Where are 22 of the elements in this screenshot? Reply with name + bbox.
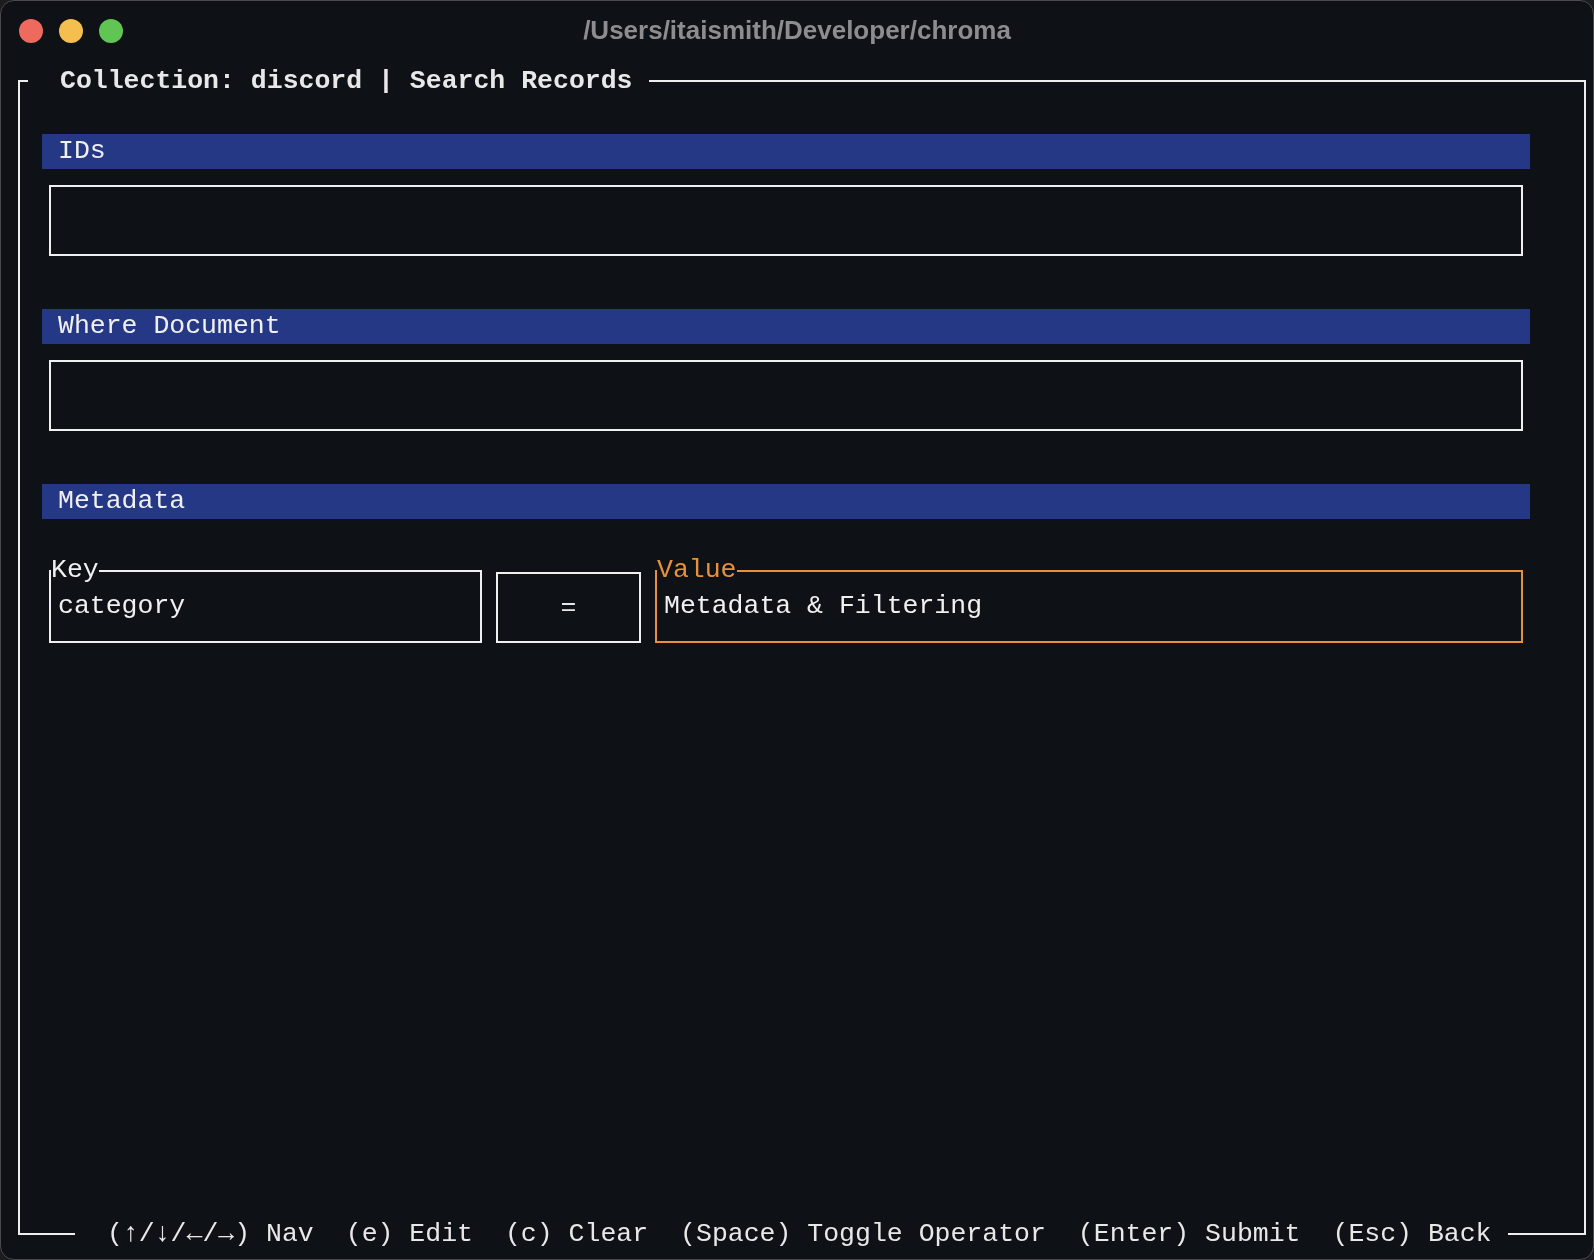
section-header: Where Document — [42, 309, 1530, 344]
shortcut-hint: (Esc) Back — [1332, 1219, 1492, 1249]
shortcut-hint: (↑/↓/←/→) Nav — [107, 1219, 314, 1249]
input-field[interactable] — [49, 360, 1523, 431]
section-header: IDs — [42, 134, 1530, 169]
shortcut-hint: (e) Edit — [345, 1219, 473, 1249]
value-input[interactable]: Metadata & Filtering — [664, 591, 1521, 622]
operator-toggle[interactable]: = — [496, 572, 641, 643]
panel-title: Collection: discord | Search Records — [59, 66, 634, 96]
zoom-button[interactable] — [99, 19, 123, 43]
section-header: Metadata — [42, 484, 1530, 519]
input-field[interactable] — [49, 185, 1523, 256]
shortcut-hint: (c) Clear — [504, 1219, 649, 1249]
shortcut-hint: (Space) Toggle Operator — [680, 1219, 1046, 1249]
minimize-button[interactable] — [59, 19, 83, 43]
key-input[interactable]: category — [58, 591, 480, 622]
value-field[interactable]: Value Metadata & Filtering — [655, 556, 1523, 643]
value-label: Value — [657, 556, 737, 586]
close-button[interactable] — [19, 19, 43, 43]
key-label: Key — [51, 556, 99, 586]
window-title: /Users/itaismith/Developer/chroma — [583, 14, 1011, 46]
shortcut-hint: (Enter) Submit — [1077, 1219, 1301, 1249]
